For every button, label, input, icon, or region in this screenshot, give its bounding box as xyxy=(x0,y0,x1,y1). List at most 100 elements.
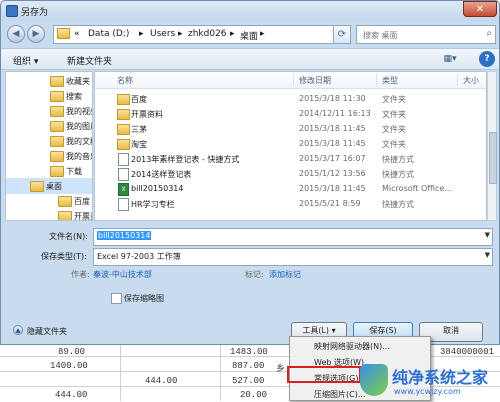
chevron-down-icon[interactable]: ▼ xyxy=(485,251,490,259)
sidebar-item[interactable]: 下载 xyxy=(6,163,92,179)
new-folder-button[interactable]: 新建文件夹 xyxy=(67,54,112,67)
sidebar-item[interactable]: 我的文档 xyxy=(6,133,92,149)
chevron-down-icon: ▾ xyxy=(331,326,336,335)
folder-icon xyxy=(117,139,130,150)
sidebar-item[interactable]: 我的音乐 xyxy=(6,148,92,164)
menu-item[interactable]: 映射网络驱动器(N)... xyxy=(290,339,430,354)
tags-value[interactable]: 添加标记 xyxy=(269,269,301,280)
file-row[interactable]: 三茅 2015/3/18 11:45 文件夹 xyxy=(95,122,486,136)
thumbnail-checkbox[interactable] xyxy=(111,293,122,304)
excel-file-icon: X xyxy=(118,183,129,196)
search-icon[interactable]: ⌕ xyxy=(486,28,492,39)
savetype-label: 保存类型(T): xyxy=(41,252,87,261)
sheet-cell: 444.00 xyxy=(145,376,178,386)
sidebar-item-label: 我的音乐 xyxy=(66,152,92,161)
file-name: bill20150314 xyxy=(131,184,184,193)
sheet-cell: 527.00 xyxy=(232,376,265,386)
column-header-row: 名称 修改日期 类型 大小 xyxy=(95,72,486,89)
search-input[interactable] xyxy=(361,28,483,43)
chevron-up-icon[interactable]: ▲ xyxy=(13,325,23,335)
file-type: 文件夹 xyxy=(382,140,406,149)
column-type[interactable]: 类型 xyxy=(382,75,398,86)
file-date: 2015/1/12 13:56 xyxy=(299,169,366,178)
sidebar-item-label: 下载 xyxy=(66,167,82,176)
breadcrumb-sep: ▸ xyxy=(139,29,144,39)
shortcut-icon xyxy=(118,168,129,181)
file-row[interactable]: 2014送样登记表 2015/1/12 13:56 快捷方式 xyxy=(95,167,486,181)
sidebar-item-label: 收藏夹 xyxy=(66,77,90,86)
shortcut-icon xyxy=(118,198,129,211)
column-date[interactable]: 修改日期 xyxy=(299,75,331,86)
file-date: 2015/3/18 11:45 xyxy=(299,139,366,148)
file-name: 2014送样登记表 xyxy=(131,170,192,179)
file-name: 开票资料 xyxy=(131,110,163,119)
file-name: 2013年素样登记表 - 快捷方式 xyxy=(131,155,240,164)
breadcrumb-overflow[interactable]: « xyxy=(74,29,80,39)
folder-icon xyxy=(58,196,72,207)
sidebar-item[interactable]: 我的图片 xyxy=(6,118,92,134)
command-toolbar: 组织 ▾ 新建文件夹 xyxy=(1,48,499,70)
forward-button[interactable]: ▶ xyxy=(27,25,45,43)
back-button[interactable]: ◀ xyxy=(7,25,25,43)
breadcrumb-desktop[interactable]: 桌面 xyxy=(240,29,258,42)
filename-value[interactable]: bill20150314 xyxy=(97,231,152,240)
refresh-button[interactable]: ⟳ xyxy=(333,25,351,44)
address-bar[interactable]: « Data (D:) ▸ Users ▸ zhkd026 ▸ 桌面 ▸ ▾ xyxy=(53,25,349,44)
file-type: 文件夹 xyxy=(382,110,406,119)
scrollbar-thumb[interactable] xyxy=(489,132,497,184)
file-date: 2015/3/18 11:45 xyxy=(299,184,366,193)
close-button[interactable]: ✕ xyxy=(463,1,497,17)
folder-icon xyxy=(50,136,64,147)
search-box[interactable]: ⌕ xyxy=(356,25,496,44)
title-bar[interactable]: 另存为 ✕ xyxy=(1,1,499,21)
breadcrumb-drive[interactable]: Data (D:) xyxy=(88,29,129,39)
vertical-scrollbar[interactable] xyxy=(487,71,497,221)
sidebar-item[interactable]: 桌面 xyxy=(6,178,92,194)
window-title: 另存为 xyxy=(21,8,49,18)
file-row[interactable]: 开票资料 2014/12/11 16:13 文件夹 xyxy=(95,107,486,121)
file-date: 2014/12/11 16:13 xyxy=(299,109,371,118)
author-value[interactable]: 秦波-中山技术部 xyxy=(93,269,152,280)
column-name[interactable]: 名称 xyxy=(117,75,133,86)
help-button[interactable]: ? xyxy=(479,51,495,67)
folder-icon xyxy=(57,28,70,39)
file-row[interactable]: Xbill20150314 2015/3/18 11:45 Microsoft Of… xyxy=(95,182,486,196)
watermark-logo: 纯净系统之家 www.ycwjzy.com xyxy=(360,362,500,401)
thumbnail-label: 保存缩略图 xyxy=(124,294,164,303)
file-type: 快捷方式 xyxy=(382,200,414,209)
filename-field[interactable]: bill20150314 ▼ xyxy=(93,228,493,246)
file-row[interactable]: 淘宝 2015/3/18 11:45 文件夹 xyxy=(95,137,486,151)
sidebar-item[interactable]: 开票资料 xyxy=(6,208,92,221)
file-row[interactable]: HR学习专栏 2015/5/21 8:59 快捷方式 xyxy=(95,197,486,211)
tools-label: 工具(L) xyxy=(302,326,330,335)
sidebar-item-label: 百度 xyxy=(74,197,90,206)
breadcrumb-sep: ▸ xyxy=(178,29,183,39)
organize-button[interactable]: 组织 ▾ xyxy=(13,54,38,67)
sidebar-item[interactable]: 百度 xyxy=(6,193,92,209)
shortcut-icon xyxy=(118,153,129,166)
sheet-cell: 20.00 xyxy=(240,390,268,400)
hide-folders-button[interactable]: 隐藏文件夹 xyxy=(27,326,67,337)
filename-label: 文件名(N): xyxy=(49,232,88,241)
file-row[interactable]: 2013年素样登记表 - 快捷方式 2015/3/17 16:07 快捷方式 xyxy=(95,152,486,166)
breadcrumb-user[interactable]: zhkd026 xyxy=(188,29,227,39)
file-type: 快捷方式 xyxy=(382,155,414,164)
annotation-highlight xyxy=(287,366,361,383)
folder-icon xyxy=(50,91,64,102)
sidebar-item-label: 开票资料 xyxy=(74,212,92,221)
savetype-select[interactable]: Excel 97-2003 工作簿 ▼ xyxy=(93,248,493,266)
sidebar-item[interactable]: 收藏夹 xyxy=(6,73,92,89)
folder-icon xyxy=(117,109,130,120)
refresh-icon: ⟳ xyxy=(337,29,347,40)
file-row[interactable]: 百度 2015/3/18 11:30 文件夹 xyxy=(95,92,486,106)
author-label: 作者: xyxy=(71,270,90,279)
file-date: 2015/3/18 11:30 xyxy=(299,94,366,103)
sidebar-item[interactable]: 我的视频 xyxy=(6,103,92,119)
chevron-down-icon[interactable]: ▼ xyxy=(485,231,490,239)
view-options-button[interactable]: ▦▾ xyxy=(441,51,459,67)
folder-icon xyxy=(50,76,64,87)
column-size[interactable]: 大小 xyxy=(463,75,479,86)
file-date: 2015/3/18 11:45 xyxy=(299,124,366,133)
sidebar-item[interactable]: 搜索 xyxy=(6,88,92,104)
breadcrumb-users[interactable]: Users xyxy=(150,29,175,39)
